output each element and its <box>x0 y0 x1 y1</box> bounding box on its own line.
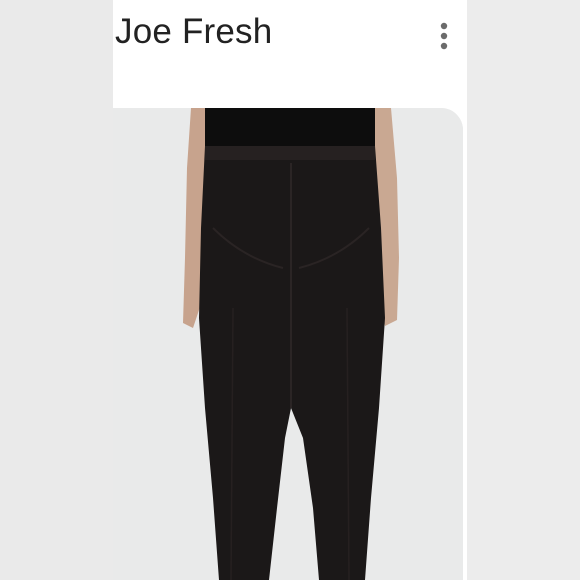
product-photo[interactable] <box>113 108 463 580</box>
vertical-ellipsis-icon <box>440 22 448 50</box>
right-margin <box>467 0 580 580</box>
product-card[interactable]: Joe Fresh <box>113 0 467 580</box>
left-margin <box>0 0 113 580</box>
brand-title: Joe Fresh <box>115 12 273 51</box>
leggings-image <box>113 108 463 580</box>
more-options-button[interactable] <box>435 18 453 54</box>
